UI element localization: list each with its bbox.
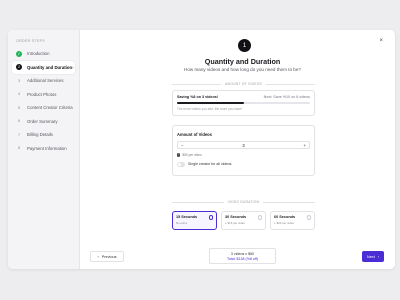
- savings-note: The more videos you add, the more you sa…: [177, 107, 242, 111]
- step-number: 6: [17, 119, 21, 123]
- duration-section-divider: VIDEO DURATION: [172, 200, 315, 204]
- duration-price: + $15 per video: [225, 221, 246, 225]
- savings-row: Saving %8 on 3 videos! Next: Save %10 on…: [177, 95, 310, 99]
- sidebar-step-payment-information[interactable]: 8 Payment Information: [12, 142, 75, 155]
- price-note: $50 per video: [182, 153, 202, 157]
- sidebar-step-content-creator-criteria[interactable]: 5 Content Creator Criteria: [12, 101, 75, 114]
- order-modal: ORDER STEPS ✓ Introduction 2 Quantity an…: [8, 30, 395, 269]
- previous-label: Previous: [101, 254, 117, 259]
- footer-bar: ‹ Previous 3 videos x $50 Total: $138 (%…: [90, 248, 395, 269]
- sidebar-step-product-photos[interactable]: 4 Product Photos: [12, 88, 75, 101]
- main-panel: 1 Quantity and Duration How many videos …: [90, 30, 395, 269]
- radio-icon[interactable]: [257, 215, 262, 220]
- step-number: 7: [17, 132, 21, 137]
- summary-total: Total: $138 (%8 off): [226, 257, 259, 261]
- sidebar-step-label: Order Summary: [27, 118, 58, 124]
- amount-card: Amount of Videos − 3 + i $50 per video S…: [172, 125, 315, 176]
- next-label: Next: [366, 254, 375, 259]
- decrement-button[interactable]: −: [181, 143, 183, 148]
- quantity-value[interactable]: 3: [242, 143, 244, 148]
- duration-name: 30 Seconds: [225, 215, 247, 219]
- sidebar-step-billing-details[interactable]: 7 Billing Details: [12, 128, 75, 141]
- duration-option-15s[interactable]: 15 Seconds No extra: [172, 211, 217, 230]
- sidebar-step-additional-services[interactable]: 3 Additional Services: [12, 74, 75, 87]
- sidebar-step-quantity-duration[interactable]: 2 Quantity and Duration ›: [12, 60, 75, 74]
- step-number: 2: [16, 64, 22, 70]
- duration-price: + $20 per video: [274, 221, 295, 225]
- sidebar-step-label: Product Photos: [27, 91, 57, 97]
- sidebar-step-introduction[interactable]: ✓ Introduction: [12, 47, 75, 60]
- step-number: 4: [17, 92, 21, 96]
- duration-section-heading: VIDEO DURATION: [227, 200, 260, 204]
- single-creator-toggle[interactable]: [177, 162, 185, 167]
- radio-icon[interactable]: [306, 215, 311, 220]
- step-number: 5: [17, 105, 21, 110]
- price-per-video: i $50 per video: [177, 153, 310, 157]
- sidebar-step-order-summary[interactable]: 6 Order Summary: [12, 115, 75, 128]
- amount-section-heading: AMOUNT OF VIDEOS: [225, 82, 262, 86]
- sidebar-step-label: Content Creator Criteria: [27, 105, 73, 110]
- duration-name: 15 Seconds: [176, 215, 198, 219]
- savings-card: Saving %8 on 3 videos! Next: Save %10 on…: [172, 90, 315, 116]
- sidebar-step-label: Introduction: [27, 51, 50, 56]
- step-number: 3: [17, 78, 21, 83]
- chevron-right-icon: ›: [377, 254, 380, 259]
- sidebar-step-label: Payment Information: [27, 145, 67, 151]
- savings-next: Next: Save %10 on 6 videos: [263, 95, 310, 99]
- order-steps-sidebar: ORDER STEPS ✓ Introduction 2 Quantity an…: [8, 30, 80, 269]
- sidebar-step-label: Billing Details: [27, 132, 53, 137]
- duration-options: 15 Seconds No extra 30 Seconds + $15 per…: [172, 211, 315, 230]
- savings-progress-fill: [177, 102, 244, 104]
- single-creator-label: Single creator for all videos.: [188, 162, 233, 167]
- single-creator-row: Single creator for all videos.: [177, 162, 310, 167]
- next-button[interactable]: Next ›: [362, 251, 384, 262]
- increment-button[interactable]: +: [304, 143, 306, 148]
- previous-button[interactable]: ‹ Previous: [90, 251, 124, 262]
- page-subtitle: How many videos and how long do you need…: [184, 67, 301, 72]
- sidebar-step-label: Additional Services: [27, 78, 64, 83]
- step-number: 8: [17, 146, 21, 150]
- page-title: Quantity and Duration: [204, 57, 281, 66]
- check-icon: ✓: [16, 50, 22, 57]
- sidebar-heading: ORDER STEPS: [16, 39, 46, 43]
- duration-option-60s[interactable]: 60 Seconds + $20 per video: [270, 211, 315, 230]
- chevron-right-icon: ›: [72, 64, 74, 70]
- radio-selected-icon[interactable]: [208, 215, 213, 220]
- summary-quantity: 3 videos x $50: [230, 252, 255, 256]
- sidebar-step-label: Quantity and Duration: [27, 64, 73, 70]
- duration-option-30s[interactable]: 30 Seconds + $15 per video: [221, 211, 266, 230]
- savings-current: Saving %8 on 3 videos!: [177, 95, 218, 99]
- amount-section-divider: AMOUNT OF VIDEOS: [172, 82, 315, 86]
- step-badge: 1: [238, 39, 251, 52]
- info-icon: i: [177, 153, 181, 157]
- duration-name: 60 Seconds: [274, 215, 296, 219]
- order-total-summary: 3 videos x $50 Total: $138 (%8 off): [209, 248, 276, 264]
- quantity-stepper[interactable]: − 3 +: [177, 141, 310, 149]
- amount-title: Amount of Videos: [177, 132, 212, 137]
- duration-price: No extra: [176, 221, 187, 225]
- savings-progress-track: [177, 102, 310, 104]
- chevron-left-icon: ‹: [97, 254, 99, 259]
